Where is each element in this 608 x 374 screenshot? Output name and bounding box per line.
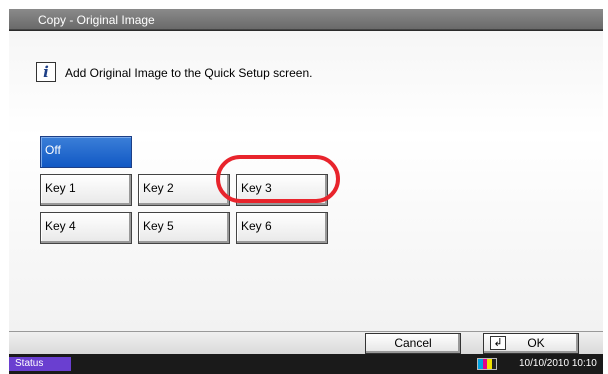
off-button-label: Off (45, 143, 61, 157)
status-bar: Status 10/10/2010 10:10 (9, 354, 603, 374)
footer-bar: Cancel ↲ OK (9, 331, 603, 355)
date-time: 10/10/2010 10:10 (519, 358, 597, 369)
title-bar: Copy - Original Image (9, 9, 603, 30)
info-message: Add Original Image to the Quick Setup sc… (65, 66, 313, 80)
cancel-button-label: Cancel (394, 336, 432, 350)
ok-button-label: OK (527, 336, 545, 350)
toner-level-icon (477, 358, 497, 370)
off-button[interactable]: Off (40, 136, 132, 168)
key-6-button[interactable]: Key 6 (236, 212, 328, 244)
key-2-label: Key 2 (143, 181, 174, 195)
highlight-ring-annotation (216, 155, 340, 203)
info-icon: i (36, 62, 56, 82)
key-5-button[interactable]: Key 5 (138, 212, 230, 244)
key-6-label: Key 6 (241, 219, 272, 233)
status-button[interactable]: Status (9, 357, 71, 371)
cancel-button[interactable]: Cancel (365, 333, 461, 354)
key-1-button[interactable]: Key 1 (40, 174, 132, 206)
key-1-label: Key 1 (45, 181, 76, 195)
page-title: Copy - Original Image (38, 13, 155, 27)
key-4-button[interactable]: Key 4 (40, 212, 132, 244)
key-4-label: Key 4 (45, 219, 76, 233)
ok-button[interactable]: ↲ OK (483, 333, 579, 354)
key-5-label: Key 5 (143, 219, 174, 233)
enter-return-icon: ↲ (490, 336, 506, 350)
